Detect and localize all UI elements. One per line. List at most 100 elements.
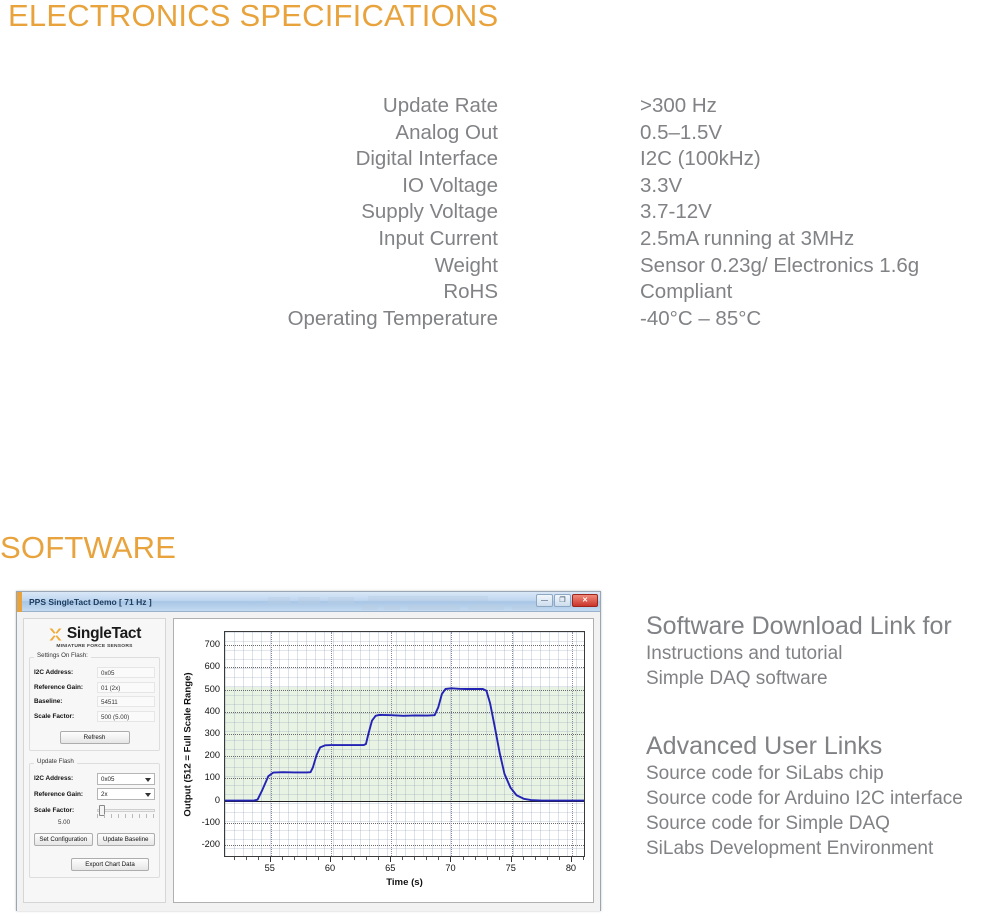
link-source-code-silabs-chip[interactable]: Source code for SiLabs chip xyxy=(646,761,963,786)
chart-panel[interactable]: Output (512 = Full Scale Range) -200 -100… xyxy=(173,618,594,903)
update-reference-gain-label: Reference Gain: xyxy=(34,790,84,798)
x-tick-minor xyxy=(305,857,307,860)
spec-row: Update Rate >300 Hz xyxy=(0,94,1000,121)
update-baseline-button[interactable]: Update Baseline xyxy=(96,832,155,846)
chart-x-axis-title: Time (s) xyxy=(386,877,423,888)
link-source-code-arduino-i2c[interactable]: Source code for Arduino I2C interface xyxy=(646,786,963,811)
x-tick-minor xyxy=(414,857,416,860)
spec-value: 3.7-12V xyxy=(640,200,712,224)
controls-panel: SingleTact MINIATURE FORCE SENSORS Setti… xyxy=(23,618,166,903)
y-tick-label: 500 xyxy=(204,683,220,694)
x-tick-major xyxy=(390,857,392,862)
y-tick-label: 0 xyxy=(214,794,220,805)
scale-factor-value: 5.00 xyxy=(57,818,71,826)
chevron-down-icon xyxy=(145,777,151,782)
y-tick-label: 400 xyxy=(204,705,220,716)
x-tick-major xyxy=(269,857,271,862)
flash-baseline-label: Baseline: xyxy=(34,698,63,705)
settings-on-flash-title: Settings On Flash: xyxy=(34,652,91,659)
menubar-ghost-overlay xyxy=(262,592,552,612)
link-instructions-and-tutorial[interactable]: Instructions and tutorial xyxy=(646,641,952,666)
flash-i2c-address-value: 0x05 xyxy=(97,667,155,678)
flash-baseline-value: 54511 xyxy=(97,696,155,707)
chart-y-axis-title: Output (512 = Full Scale Range) xyxy=(180,625,196,863)
spec-value: >300 Hz xyxy=(640,94,717,117)
update-reference-gain-row: Reference Gain: 2x xyxy=(34,788,155,800)
x-tick-minor xyxy=(558,857,560,860)
singletact-logo: SingleTact MINIATURE FORCE SENSORS xyxy=(24,619,165,651)
x-tick-minor xyxy=(462,857,464,860)
page-title-software: SOFTWARE xyxy=(0,530,177,565)
x-tick-minor xyxy=(342,857,344,860)
spec-value: I2C (100kHz) xyxy=(640,147,761,171)
x-tick-major xyxy=(450,857,452,862)
flash-scale-factor-value: 500 (5.00) xyxy=(97,710,155,722)
x-tick-major xyxy=(510,857,512,862)
spec-value: 0.5–1.5V xyxy=(640,120,723,144)
butterfly-x-logo-icon xyxy=(49,628,62,640)
x-tick-minor xyxy=(583,857,584,860)
spec-label: Input Current xyxy=(378,226,498,250)
chart-y-axis-title-text: Output (512 = Full Scale Range) xyxy=(182,671,194,817)
spec-label: Supply Voltage xyxy=(361,200,498,224)
x-tick-label: 60 xyxy=(324,863,336,873)
x-tick-minor xyxy=(354,857,356,860)
i2c-address-selected-value: 0x05 xyxy=(101,775,115,783)
x-tick-minor xyxy=(486,857,488,860)
spec-value: Compliant xyxy=(640,280,733,304)
i2c-address-dropdown[interactable]: 0x05 xyxy=(97,772,155,785)
advanced-user-links-block: Advanced User Links Source code for SiLa… xyxy=(646,732,963,861)
logo-tagline: MINIATURE FORCE SENSORS xyxy=(56,644,133,649)
y-tick-label: 700 xyxy=(204,639,220,650)
chart-plot-area[interactable] xyxy=(224,631,585,857)
flash-i2c-address-row: I2C Address: 0x05 xyxy=(34,667,155,678)
singletact-demo-window[interactable]: PPS SingleTact Demo [ 71 Hz ] — ❐ ✕ Sing… xyxy=(16,591,601,911)
spec-row: Analog Out 0.5–1.5V xyxy=(0,121,1000,148)
close-button[interactable]: ✕ xyxy=(572,594,598,607)
x-tick-minor xyxy=(281,857,283,860)
software-download-title: Software Download Link for xyxy=(646,612,952,640)
x-tick-minor xyxy=(546,857,548,860)
reference-gain-selected-value: 2x xyxy=(101,791,108,798)
advanced-user-links-title: Advanced User Links xyxy=(646,732,883,760)
logo-wordmark: SingleTact xyxy=(66,625,142,642)
x-tick-label: 65 xyxy=(385,863,396,873)
x-tick-major xyxy=(570,857,572,862)
slider-tick-marks xyxy=(97,813,155,818)
update-flash-group: Update Flash I2C Address: 0x05 Reference… xyxy=(29,757,160,878)
set-configuration-button[interactable]: Set Configuration xyxy=(34,832,93,846)
slider-track-line xyxy=(97,808,155,812)
y-tick-label: 100 xyxy=(204,772,220,783)
link-source-code-simple-daq[interactable]: Source code for Simple DAQ xyxy=(646,811,963,836)
x-tick-minor xyxy=(498,857,500,860)
reference-gain-dropdown[interactable]: 2x xyxy=(97,788,155,800)
flash-baseline-row: Baseline: 54511 xyxy=(34,696,155,707)
spec-label: Update Rate xyxy=(382,94,498,117)
x-tick-minor xyxy=(534,857,536,860)
series-line-output xyxy=(225,687,584,802)
link-silabs-development-environment[interactable]: SiLabs Development Environment xyxy=(646,836,963,861)
window-titlebar[interactable]: PPS SingleTact Demo [ 71 Hz ] — ❐ ✕ xyxy=(17,592,600,612)
spec-value: 3.3V xyxy=(640,173,683,197)
x-tick-minor xyxy=(378,857,380,860)
spec-value: 2.5mA running at 3MHz xyxy=(640,226,855,250)
spec-row: Weight Sensor 0.23g/ Electronics 1.6g xyxy=(0,254,1000,281)
chart-x-tick-labels: 55 60 65 70 75 80 xyxy=(224,863,585,875)
maximize-button[interactable]: ❐ xyxy=(554,594,571,607)
update-i2c-address-label: I2C Address: xyxy=(34,775,74,782)
link-simple-daq-software[interactable]: Simple DAQ software xyxy=(646,666,952,691)
x-tick-minor xyxy=(522,857,524,860)
scale-factor-slider[interactable] xyxy=(97,804,155,818)
settings-on-flash-group: Settings On Flash: I2C Address: 0x05 Ref… xyxy=(29,652,160,751)
window-control-buttons[interactable]: — ❐ ✕ xyxy=(536,594,598,607)
x-tick-label: 70 xyxy=(445,863,456,873)
spec-row: IO Voltage 3.3V xyxy=(0,174,1000,201)
window-body: SingleTact MINIATURE FORCE SENSORS Setti… xyxy=(17,612,600,911)
update-i2c-address-row: I2C Address: 0x05 xyxy=(34,772,155,785)
scale-factor-row: Scale Factor: xyxy=(34,804,155,818)
refresh-button[interactable]: Refresh xyxy=(59,730,130,744)
software-download-links-block: Software Download Link for Instructions … xyxy=(646,612,952,691)
export-chart-data-button[interactable]: Export Chart Data xyxy=(71,857,149,871)
minimize-button[interactable]: — xyxy=(536,594,553,607)
x-tick-minor xyxy=(474,857,476,860)
